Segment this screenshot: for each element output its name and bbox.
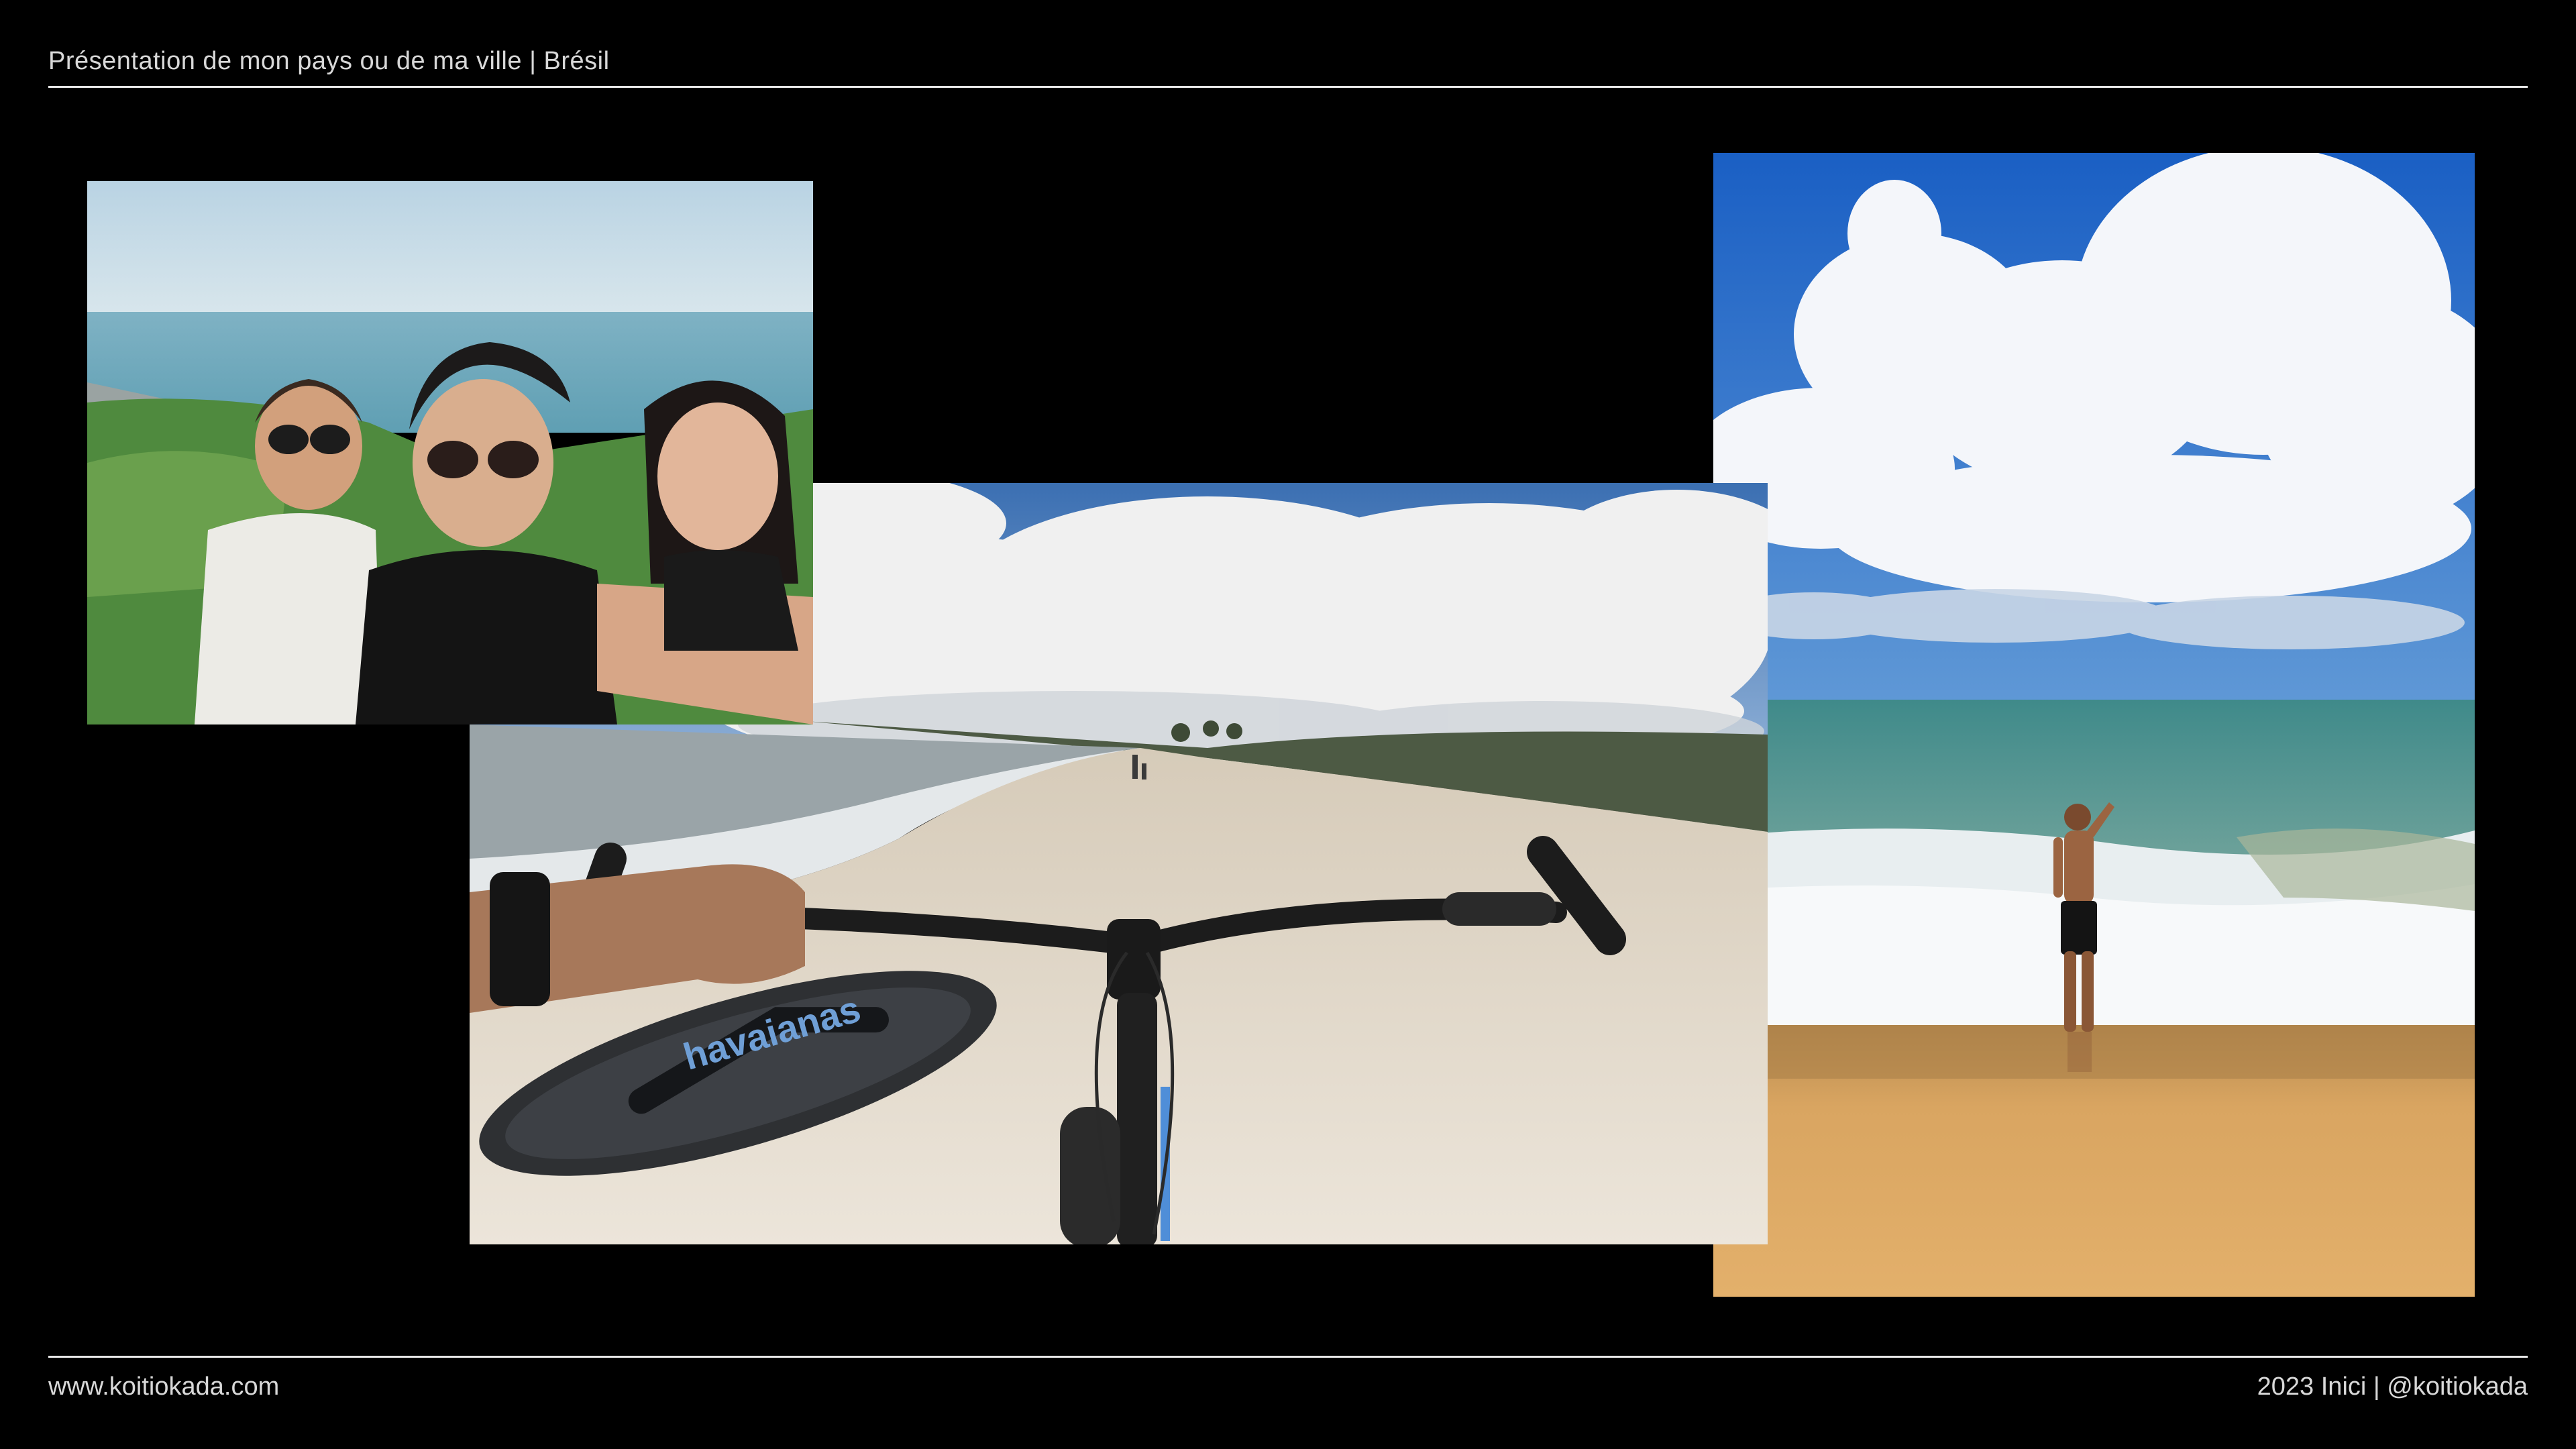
group-selfie-photo: [87, 181, 813, 724]
footer-website: www.koitiokada.com: [48, 1373, 280, 1401]
group-selfie-image: [87, 181, 813, 724]
slide: Présentation de mon pays ou de ma ville …: [0, 0, 2576, 1449]
header-divider: [48, 86, 2528, 88]
footer-credit: 2023 Inici | @koitiokada: [2257, 1373, 2528, 1401]
beach-man-photo: [1713, 153, 2475, 1297]
slide-title: Présentation de mon pays ou de ma ville …: [48, 47, 610, 75]
footer-divider: [48, 1356, 2528, 1358]
beach-man-image: [1713, 153, 2475, 1297]
